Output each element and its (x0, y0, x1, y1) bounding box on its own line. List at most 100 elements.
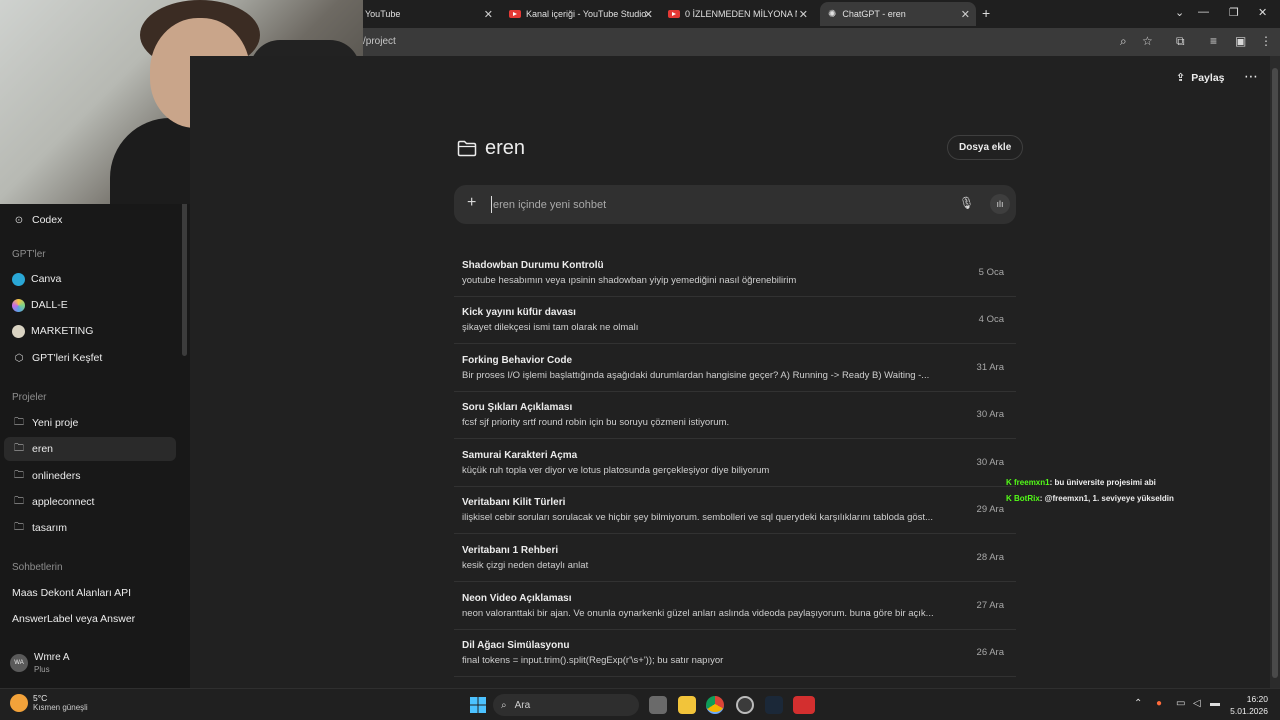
tab-youtube-studio[interactable]: Kanal içeriği - YouTube Studio ✕ (503, 2, 659, 26)
url-field[interactable]: /project (363, 36, 396, 47)
chrome-icon[interactable] (706, 696, 724, 714)
volume-icon[interactable]: ◁ (1193, 698, 1201, 709)
windows-start-icon[interactable] (470, 697, 486, 713)
tab-search-icon[interactable]: ⌄ (1175, 6, 1184, 19)
weather-widget[interactable]: 5°C Kısmen güneşli (10, 693, 88, 712)
folder-icon: 🗀 (14, 521, 24, 533)
media-icon[interactable]: ≡ (1210, 34, 1217, 48)
list-item[interactable]: Dil Ağacı Simülasyonu final tokens = inp… (454, 630, 1016, 677)
sidebar-item-label: appleconnect (32, 496, 95, 508)
list-item[interactable]: Veritabanı 1 Rehberi kesik çizgi neden d… (454, 535, 1016, 582)
new-tab-icon[interactable]: + (982, 5, 990, 21)
folder-icon: 🗀 (14, 469, 24, 481)
sidebar-item-dalle[interactable]: DALL-E (4, 293, 176, 317)
chats-heading: Sohbetlerin (12, 562, 63, 573)
project-name: eren (485, 137, 526, 159)
share-icon: ⇪ (1176, 72, 1186, 84)
stream-chat-message: K freemxn1: bu üniversite projesimi abi (1006, 478, 1156, 487)
dalle-icon (12, 298, 25, 312)
list-item[interactable]: Samurai Karakteri Açma küçük ruh topla v… (454, 440, 1016, 487)
weather-temp: 5°C (33, 693, 48, 703)
chat-title: Samurai Karakteri Açma (462, 450, 578, 461)
chat-title: Kick yayını küfür davası (462, 307, 576, 318)
sidebar-item-label: eren (32, 443, 54, 455)
add-file-button[interactable]: Dosya ekle (947, 135, 1024, 160)
sidebar-item-marketing[interactable]: MARKETING (4, 319, 176, 343)
tab-video[interactable]: 0 İZLENMEDEN MİLYONA NASI ✕ (662, 2, 814, 26)
sidebar-item-label: tasarım (32, 522, 68, 534)
tab-youtube[interactable]: YouTube ✕ (363, 2, 499, 26)
voice-mode-icon[interactable]: ılı (990, 194, 1010, 214)
battery-icon[interactable]: ▬ (1210, 698, 1220, 709)
chat-date: 4 Oca (978, 314, 1004, 325)
microphone-tray-icon[interactable]: ● (1156, 698, 1162, 709)
user-menu[interactable]: WA Wmre A Plus (10, 652, 70, 674)
main-scrollbar[interactable] (1270, 56, 1280, 688)
stream-chat-message: K BotRix: @freemxn1, 1. seviyeye yükseld… (1006, 494, 1174, 503)
weather-sun-icon (10, 693, 28, 712)
clock[interactable]: 16:20 5.01.2026 (1230, 694, 1268, 716)
codex-icon: ⊙ (14, 214, 24, 226)
profile-icon[interactable]: ▣ (1235, 34, 1246, 48)
sidebar-item-explore-gpts[interactable]: ⬡ GPT'leri Keşfet (4, 346, 176, 370)
folder-icon: 🗀 (14, 442, 24, 454)
chat-title: Soru Şıkları Açıklaması (462, 402, 573, 413)
maximize-icon[interactable]: ❐ (1229, 6, 1239, 19)
projects-heading: Projeler (12, 392, 47, 403)
sidebar-item-project-tasarim[interactable]: 🗀 tasarım (4, 516, 176, 540)
list-item[interactable]: Soru Şıkları Açıklaması fcsf sjf priorit… (454, 392, 1016, 439)
close-icon[interactable]: ✕ (799, 8, 808, 21)
gpts-heading: GPT'ler (12, 249, 46, 260)
clock-time: 16:20 (1246, 694, 1268, 704)
list-item[interactable]: Shadowban Durumu Kontrolü youtube hesabı… (454, 250, 1016, 297)
sidebar-item-codex[interactable]: ⊙ Codex (4, 208, 176, 232)
scroll-thumb[interactable] (1272, 68, 1278, 678)
browser-menu-icon[interactable]: ⋮ (1260, 34, 1272, 48)
sidebar-item-label: Yeni proje (32, 417, 79, 429)
tab-label: Kanal içeriği - YouTube Studio (526, 9, 647, 19)
extensions-icon[interactable]: ⧉ (1176, 34, 1185, 49)
sidebar-item-chat[interactable]: Maas Dekont Alanları API (4, 581, 176, 605)
cube-icon: ⬡ (14, 352, 24, 364)
list-item[interactable]: Veritabanı Kilit Türleri ilişkisel cebir… (454, 487, 1016, 534)
list-item[interactable]: Forking Behavior Code Bir proses I/O işl… (454, 345, 1016, 392)
tab-chatgpt[interactable]: ✺ ChatGPT - eren ✕ (820, 2, 976, 26)
zoom-icon[interactable]: ⌕ (1120, 34, 1127, 49)
share-button[interactable]: ⇪ Paylaş (1176, 71, 1225, 85)
canva-icon (12, 272, 25, 286)
plus-icon[interactable]: + (467, 194, 476, 212)
close-icon[interactable]: ✕ (484, 8, 493, 21)
more-options-icon[interactable]: ⋯ (1244, 68, 1258, 85)
steam-icon[interactable] (765, 696, 783, 714)
new-folder-icon: 🗀 (14, 416, 24, 428)
chat-snippet: fcsf sjf priority srtf round robin için … (462, 417, 730, 428)
recording-app-icon[interactable] (793, 696, 815, 714)
sidebar-item-canva[interactable]: Canva (4, 267, 176, 291)
list-item[interactable]: Neon Video Açıklaması neon valoranttaki … (454, 583, 1016, 630)
list-item[interactable]: Kick yayını küfür davası şikayet dilekçe… (454, 297, 1016, 344)
close-icon[interactable]: ✕ (961, 8, 970, 21)
task-view-icon[interactable] (649, 696, 667, 714)
sidebar-item-project-onlineders[interactable]: 🗀 onlineders (4, 464, 176, 488)
microphone-icon[interactable]: 🎙 (959, 196, 974, 210)
chat-title: Neon Video Açıklaması (462, 593, 572, 604)
chat-username: freemxn1 (1014, 478, 1050, 487)
close-icon[interactable]: ✕ (644, 8, 653, 21)
chatgpt-icon: ✺ (828, 8, 837, 20)
tray-chevron-icon[interactable]: ⌃ (1134, 698, 1142, 709)
minimize-icon[interactable]: — (1198, 6, 1209, 18)
avatar: WA (10, 654, 28, 672)
network-icon[interactable]: ▭ (1176, 698, 1185, 709)
sidebar-item-project-eren[interactable]: 🗀 eren (4, 437, 176, 461)
new-chat-input[interactable] (491, 196, 931, 213)
sidebar-item-project-appleconnect[interactable]: 🗀 appleconnect (4, 490, 176, 514)
tab-label: YouTube (365, 9, 401, 19)
file-explorer-icon[interactable] (678, 696, 696, 714)
sidebar-item-new-project[interactable]: 🗀 Yeni proje (4, 411, 176, 435)
sidebar-item-chat[interactable]: AnswerLabel veya Answer (4, 607, 176, 631)
taskbar-search[interactable]: ⌕ Ara (493, 694, 639, 716)
obs-icon[interactable] (736, 696, 754, 714)
composer: + 🎙 ılı (454, 185, 1016, 224)
window-close-icon[interactable]: ✕ (1258, 6, 1267, 19)
bookmark-star-icon[interactable]: ☆ (1142, 34, 1153, 48)
